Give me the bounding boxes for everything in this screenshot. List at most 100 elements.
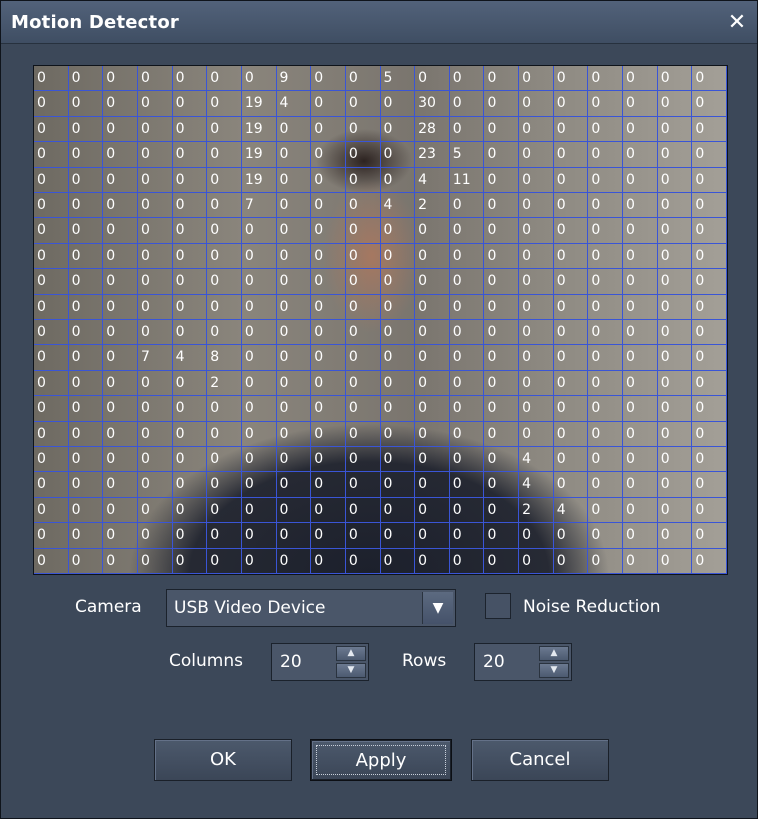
grid-cell: 0 [103, 345, 138, 371]
grid-cell: 0 [553, 345, 589, 371]
grid-cell: 0 [103, 523, 138, 549]
grid-cell: 0 [34, 218, 69, 244]
grid-cell: 0 [207, 497, 242, 524]
grid-cell: 4 [519, 446, 554, 473]
grid-cell: 0 [449, 497, 485, 524]
grid-cell: 0 [103, 218, 138, 244]
grid-cell: 0 [415, 421, 450, 447]
columns-value[interactable]: 20 [280, 652, 302, 672]
grid-cell: 0 [623, 269, 658, 295]
noise-reduction-checkbox[interactable] [485, 593, 511, 619]
grid-cell: 0 [588, 345, 624, 371]
grid-cell: 2 [207, 370, 242, 397]
grid-cell: 0 [519, 66, 554, 92]
motion-grid: 0 0 0 0 0 0 0 9 0 0 5 0 0 0 0 0 0 0 0 0 0 0 0 0 0 0 19 4 0 0 0 30 0 0 0 0 0 0… [34, 66, 727, 574]
grid-cell: 5 [449, 142, 485, 168]
title-bar[interactable]: Motion Detector ✕ [1, 1, 757, 44]
grid-cell: 0 [345, 421, 381, 447]
grid-cell: 0 [172, 192, 208, 219]
columns-up-icon[interactable]: ▲ [336, 646, 366, 661]
grid-cell: 0 [449, 421, 485, 447]
grid-cell: 0 [103, 370, 138, 397]
grid-cell: 19 [241, 167, 277, 193]
grid-cell: 0 [137, 142, 173, 168]
rows-spinner[interactable]: 20 ▲ ▼ [474, 643, 572, 681]
grid-cell: 0 [484, 91, 520, 117]
grid-cell: 0 [692, 243, 727, 270]
grid-cell: 0 [588, 421, 624, 447]
grid-cell: 0 [34, 446, 69, 473]
grid-cell: 0 [34, 472, 69, 498]
grid-cell: 0 [207, 91, 242, 117]
rows-value[interactable]: 20 [483, 652, 505, 672]
grid-cell: 0 [657, 243, 693, 270]
cancel-button[interactable]: Cancel [471, 739, 609, 781]
grid-cell: 0 [449, 192, 485, 219]
grid-cell: 0 [207, 192, 242, 219]
grid-cell: 0 [657, 421, 693, 447]
grid-cell: 0 [103, 66, 138, 92]
grid-cell: 0 [519, 218, 554, 244]
grid-cell: 0 [519, 421, 554, 447]
grid-cell: 0 [449, 396, 485, 422]
grid-cell: 0 [519, 167, 554, 193]
grid-cell: 0 [207, 116, 242, 143]
grid-cell: 0 [207, 218, 242, 244]
grid-cell: 0 [207, 421, 242, 447]
grid-cell: 0 [137, 167, 173, 193]
grid-cell: 0 [276, 396, 312, 422]
grid-cell: 7 [137, 345, 173, 371]
grid-cell: 0 [311, 294, 346, 320]
grid-cell: 0 [484, 116, 520, 143]
close-icon[interactable]: ✕ [725, 11, 749, 35]
grid-cell: 0 [137, 396, 173, 422]
grid-cell: 19 [241, 91, 277, 117]
grid-cell: 0 [172, 294, 208, 320]
rows-up-icon[interactable]: ▲ [539, 646, 569, 661]
window-title: Motion Detector [11, 12, 179, 33]
grid-cell: 0 [103, 294, 138, 320]
grid-cell: 0 [588, 116, 624, 143]
grid-cell: 0 [449, 91, 485, 117]
grid-cell: 0 [692, 269, 727, 295]
grid-cell: 0 [207, 472, 242, 498]
columns-spinner[interactable]: 20 ▲ ▼ [271, 643, 369, 681]
ok-button[interactable]: OK [154, 739, 292, 781]
grid-cell: 0 [484, 269, 520, 295]
grid-cell: 0 [553, 370, 589, 397]
grid-cell: 0 [207, 142, 242, 168]
grid-cell: 0 [103, 396, 138, 422]
grid-cell: 0 [34, 66, 69, 92]
apply-button[interactable]: Apply [310, 739, 452, 781]
grid-cell: 0 [449, 319, 485, 346]
grid-cell: 0 [137, 192, 173, 219]
grid-cell: 0 [484, 345, 520, 371]
grid-cell: 0 [276, 421, 312, 447]
grid-cell: 0 [553, 269, 589, 295]
grid-cell: 4 [172, 345, 208, 371]
columns-down-icon[interactable]: ▼ [336, 663, 366, 678]
grid-cell: 0 [623, 142, 658, 168]
grid-cell: 0 [276, 345, 312, 371]
grid-cell: 0 [692, 167, 727, 193]
grid-cell: 0 [519, 116, 554, 143]
grid-cell: 0 [137, 497, 173, 524]
grid-cell: 0 [103, 269, 138, 295]
grid-cell: 0 [68, 66, 104, 92]
rows-down-icon[interactable]: ▼ [539, 663, 569, 678]
grid-cell: 0 [657, 345, 693, 371]
grid-cell: 0 [484, 446, 520, 473]
grid-cell: 0 [519, 548, 554, 574]
grid-cell: 0 [519, 523, 554, 549]
chevron-down-icon[interactable]: ▼ [422, 592, 453, 624]
grid-cell: 0 [345, 294, 381, 320]
camera-preview: 0 0 0 0 0 0 0 9 0 0 5 0 0 0 0 0 0 0 0 0 0 0 0 0 0 0 19 4 0 0 0 30 0 0 0 0 0 0… [33, 65, 728, 575]
grid-cell: 0 [345, 116, 381, 143]
grid-cell: 0 [415, 66, 450, 92]
grid-cell: 0 [588, 446, 624, 473]
camera-select[interactable]: USB Video Device ▼ [166, 589, 456, 627]
grid-cell: 0 [553, 472, 589, 498]
ok-button-label: OK [210, 749, 236, 770]
grid-cell: 0 [137, 548, 173, 574]
grid-cell: 0 [588, 269, 624, 295]
